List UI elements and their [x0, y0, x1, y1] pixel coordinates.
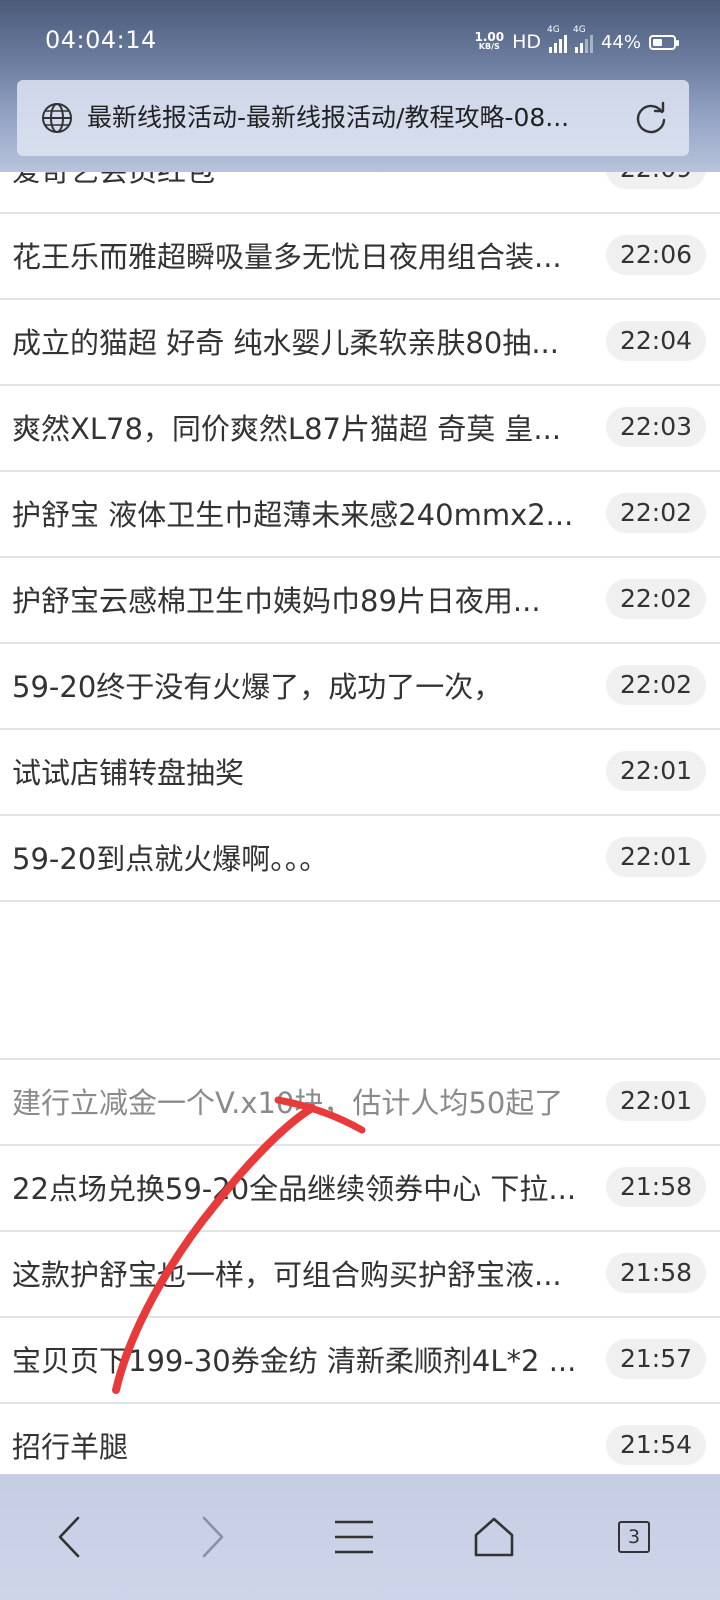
list-item-title: 成立的猫超 好奇 纯水婴儿柔软亲肤80抽...: [12, 326, 559, 360]
network-speed-value: 1.00: [474, 30, 505, 44]
list-item[interactable]: 护舒宝云感棉卫生巾姨妈巾89片日夜用... 22:02: [0, 558, 720, 644]
list-item-time: 22:04: [605, 321, 706, 361]
status-bar: 04:04:14 1.00 KB/S HD 4G 4G 44%: [0, 0, 720, 70]
list-item-time: 22:01: [605, 1081, 706, 1121]
globe-icon: [42, 103, 72, 133]
list-item-title: 59-20到点就火爆啊。。。: [12, 842, 329, 876]
list-item[interactable]: 护舒宝 液体卫生巾超薄未来感240mmx2... 22:02: [0, 472, 720, 558]
list-item-time: 22:03: [605, 407, 706, 447]
list-item-title: 这款护舒宝也一样，可组合购买护舒宝液...: [12, 1258, 562, 1292]
battery-percent: 44%: [600, 31, 641, 53]
list-item-time: 22:02: [605, 493, 706, 533]
list-item-title: 宝贝页下199-30券金纺 清新柔顺剂4L*2 ...: [12, 1344, 577, 1378]
list-item[interactable]: 59-20到点就火爆啊。。。 22:01: [0, 816, 720, 902]
browser-top-bar: 04:04:14 1.00 KB/S HD 4G 4G 44% 最新线报活动-最…: [0, 0, 720, 172]
list-item-title: 建行立减金一个V.x10块，估计人均50起了: [12, 1086, 564, 1120]
address-bar[interactable]: 最新线报活动-最新线报活动/教程攻略-08...: [17, 80, 689, 156]
home-button[interactable]: [450, 1494, 538, 1580]
signal-icon-sim2: 4G: [573, 25, 593, 53]
list-item-time: 21:58: [605, 1253, 706, 1293]
list-item-time: 22:02: [605, 579, 706, 619]
list-item-read[interactable]: 建行立减金一个V.x10块，估计人均50起了 22:01: [0, 1060, 720, 1146]
list-item-time: 22:02: [605, 665, 706, 705]
list-item-time: 22:06: [605, 235, 706, 275]
network-speed: 1.00 KB/S: [474, 30, 505, 51]
forward-button[interactable]: [168, 1494, 256, 1580]
list-item[interactable]: 花王乐而雅超瞬吸量多无忧日夜用组合装... 22:06: [0, 214, 720, 300]
list-item-title: 59-20终于没有火爆了，成功了一次，: [12, 670, 503, 704]
list-item-time: 21:57: [605, 1339, 706, 1379]
list-item-title: 22点场兑换59-20全品继续领券中心 下拉...: [12, 1172, 577, 1206]
page-title[interactable]: 最新线报活动-最新线报活动/教程攻略-08...: [87, 80, 627, 156]
home-icon: [474, 1517, 514, 1557]
reload-icon[interactable]: [631, 98, 671, 138]
list-item[interactable]: 爽然XL78，同价爽然L87片猫超 奇莫 皇... 22:03: [0, 386, 720, 472]
list-item[interactable]: 成立的猫超 好奇 纯水婴儿柔软亲肤80抽... 22:04: [0, 300, 720, 386]
list-item-title: 试试店铺转盘抽奖: [12, 756, 245, 790]
hd-voice-icon: HD: [512, 31, 541, 53]
list-item-title: 护舒宝云感棉卫生巾姨妈巾89片日夜用...: [12, 584, 541, 618]
list-item-time: 21:58: [605, 1167, 706, 1207]
tabs-icon: 3: [618, 1521, 650, 1553]
tabs-button[interactable]: 3: [590, 1494, 678, 1580]
list-item-time: 22:01: [605, 837, 706, 877]
forward-arrow-icon: [202, 1516, 224, 1558]
list-item-title: 爽然XL78，同价爽然L87片猫超 奇莫 皇...: [12, 412, 562, 446]
menu-icon: [335, 1520, 373, 1554]
list-item[interactable]: 22点场兑换59-20全品继续领券中心 下拉... 21:58: [0, 1146, 720, 1232]
back-arrow-icon: [58, 1516, 80, 1558]
list-item-title: 花王乐而雅超瞬吸量多无忧日夜用组合装...: [12, 240, 562, 274]
list-item[interactable]: 59-20终于没有火爆了，成功了一次， 22:02: [0, 644, 720, 730]
sim2-network-type: 4G: [572, 25, 586, 35]
menu-button[interactable]: [310, 1494, 398, 1580]
back-button[interactable]: [26, 1494, 114, 1580]
signal-icon-sim1: 4G: [547, 25, 567, 53]
list-item[interactable]: 宝贝页下199-30券金纺 清新柔顺剂4L*2 ... 21:57: [0, 1318, 720, 1404]
browser-bottom-nav: 3: [0, 1474, 720, 1600]
list-item[interactable]: 这款护舒宝也一样，可组合购买护舒宝液... 21:58: [0, 1232, 720, 1318]
status-icons: 1.00 KB/S HD 4G 4G 44%: [474, 25, 679, 56]
network-speed-unit: KB/S: [478, 42, 500, 51]
list-item-title: 护舒宝 液体卫生巾超薄未来感240mmx2...: [12, 498, 574, 532]
clock: 04:04:14: [45, 26, 157, 54]
battery-icon: [649, 34, 679, 50]
list-item-time: 22:01: [605, 751, 706, 791]
list-item-time: 21:54: [605, 1425, 706, 1465]
sim1-network-type: 4G: [546, 25, 560, 35]
list-item[interactable]: 试试店铺转盘抽奖 22:01: [0, 730, 720, 816]
